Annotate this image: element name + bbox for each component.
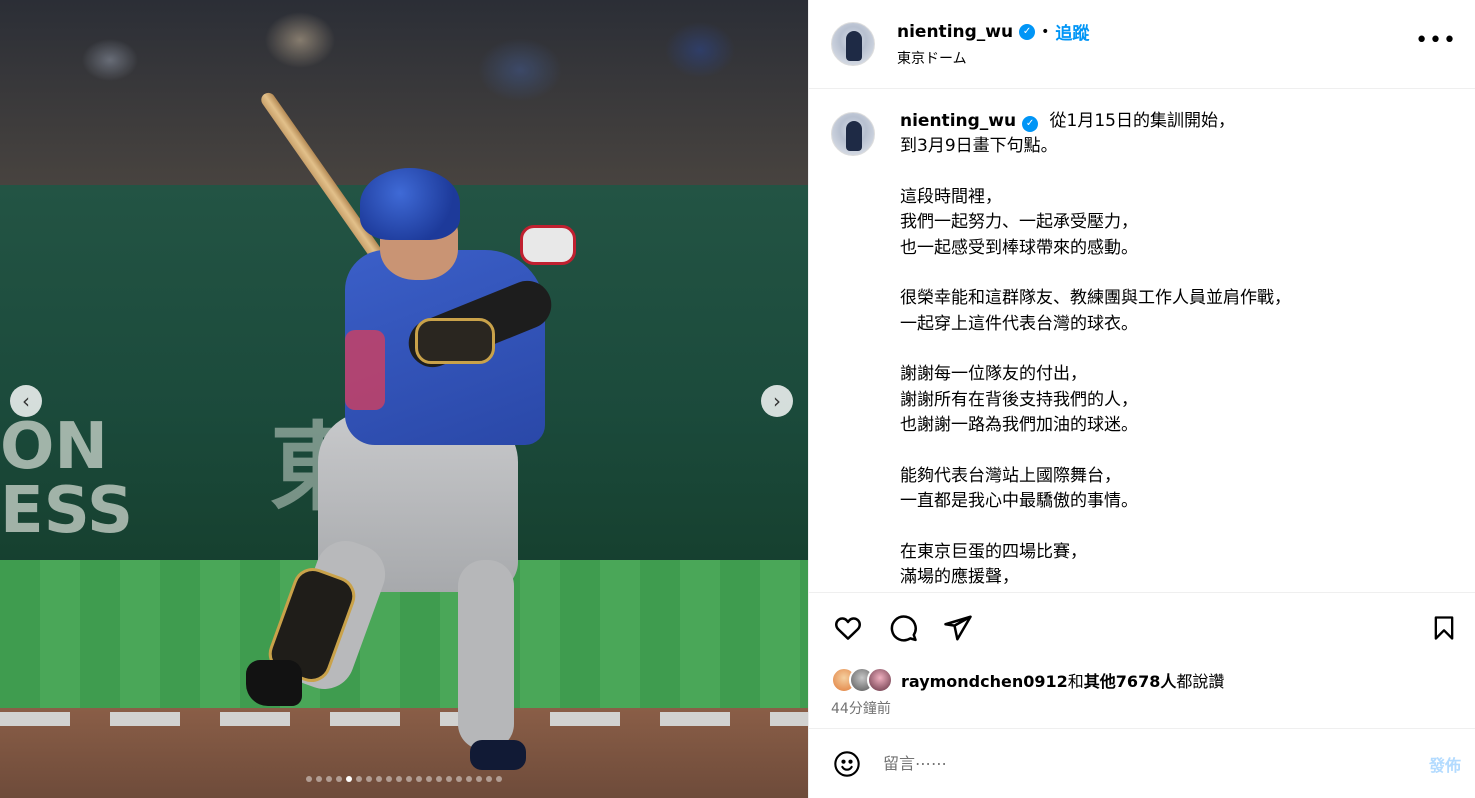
batting-helmet (360, 168, 460, 240)
caption-line: 到3月9日畫下句點。 (900, 136, 1058, 157)
carousel-dot (436, 776, 442, 782)
bookmark-icon (1434, 616, 1454, 640)
batter-left-shoe (246, 660, 302, 706)
carousel-indicator (0, 776, 808, 784)
author-row: nienting_wu ✓ • 追蹤 (897, 19, 1089, 45)
comment-composer: 發佈 (809, 728, 1475, 798)
batter-right-leg (458, 560, 514, 750)
caption-username[interactable]: nienting_wu (900, 111, 1016, 131)
carousel-dot (396, 776, 402, 782)
caption-line: 滿場的應援聲， (900, 567, 1019, 588)
action-bar (809, 592, 1475, 662)
elbow-guard (415, 318, 495, 364)
carousel-dot (356, 776, 362, 782)
carousel-dot (416, 776, 422, 782)
post-sidebar: nienting_wu ✓ • 追蹤 東京ドーム ••• nienting_wu… (808, 0, 1475, 798)
caption-text: nienting_wu ✓ 從1月15日的集訓開始， 到3月9日畫下句點。 這段時間裡… (900, 109, 1291, 592)
carousel-dot (346, 776, 352, 782)
batting-gloves (520, 225, 576, 265)
caption-line: 在東京巨蛋的四場比賽， (900, 541, 1087, 562)
jersey-trim (345, 330, 385, 410)
caption-line: 也謝謝一路為我們加油的球迷。 (900, 415, 1138, 436)
caption-line: 謝謝所有在背後支持我們的人， (900, 389, 1138, 410)
separator-dot: • (1041, 23, 1050, 40)
post-timestamp[interactable]: 44分鐘前 (809, 698, 1475, 728)
carousel-dot (316, 776, 322, 782)
carousel-next-button[interactable]: › (761, 385, 793, 417)
instagram-post: ONESS 東 ‹ › nienting_wu (0, 0, 1475, 798)
carousel-dot (326, 776, 332, 782)
carousel-dot (466, 776, 472, 782)
author-info: nienting_wu ✓ • 追蹤 東京ドーム (897, 19, 1089, 68)
share-button[interactable] (941, 611, 975, 645)
batter-right-shoe (470, 740, 526, 770)
carousel-dot (476, 776, 482, 782)
chevron-right-icon: › (773, 389, 781, 413)
verified-badge-icon: ✓ (1019, 23, 1036, 40)
comment-button[interactable] (886, 611, 920, 645)
caption-line: 從1月15日的集訓開始， (1049, 110, 1235, 131)
heart-icon (835, 616, 861, 640)
caption-line: 很榮幸能和這群隊友、教練團與工作人員並肩作戰， (900, 288, 1291, 309)
carousel-dot (456, 776, 462, 782)
caption-line: 也一起感受到棒球帶來的感動。 (900, 237, 1138, 258)
caption-author-avatar[interactable] (831, 111, 875, 156)
carousel-dot (306, 776, 312, 782)
author-avatar[interactable] (831, 21, 875, 66)
like-button[interactable] (831, 611, 865, 645)
liker-username[interactable]: raymondchen0912 (901, 672, 1068, 691)
more-options-button[interactable]: ••• (1415, 30, 1457, 52)
post-comment-button[interactable]: 發佈 (1429, 752, 1461, 776)
comment-input[interactable] (883, 754, 1429, 774)
emoji-button[interactable] (831, 748, 863, 780)
carousel-dot (386, 776, 392, 782)
verified-badge-icon: ✓ (1022, 115, 1039, 132)
author-username[interactable]: nienting_wu (897, 22, 1013, 42)
liker-avatars[interactable] (831, 667, 893, 694)
carousel-dot (336, 776, 342, 782)
chalk-line (0, 712, 808, 726)
post-location[interactable]: 東京ドーム (897, 48, 1089, 68)
post-media[interactable]: ONESS 東 ‹ › (0, 0, 808, 798)
comment-icon (890, 615, 917, 642)
carousel-dot (426, 776, 432, 782)
likes-suffix: 都說讚 (1176, 672, 1225, 692)
liker-avatar (867, 667, 893, 694)
carousel-prev-button[interactable]: ‹ (10, 385, 42, 417)
save-button[interactable] (1427, 611, 1461, 645)
caption-line: 謝謝每一位隊友的付出， (900, 364, 1087, 385)
carousel-dot (376, 776, 382, 782)
caption-line: 能夠代表台灣站上國際舞台， (900, 465, 1121, 486)
caption-line: 我們一起努力、一起承受壓力， (900, 212, 1138, 233)
carousel-dot (406, 776, 412, 782)
follow-button[interactable]: 追蹤 (1055, 19, 1089, 44)
share-icon (944, 615, 972, 641)
post-header: nienting_wu ✓ • 追蹤 東京ドーム ••• (809, 0, 1475, 89)
wall-signage: ON ESS (0, 410, 134, 548)
carousel-dot (496, 776, 502, 782)
likes-summary: raymondchen0912和其他7678人都說讚 (809, 662, 1475, 698)
caption-line: 一起穿上這件代表台灣的球衣。 (900, 313, 1138, 334)
carousel-dot (366, 776, 372, 782)
carousel-dot (446, 776, 452, 782)
caption-line: 這段時間裡， (900, 186, 1002, 207)
caption-line: 一直都是我心中最驕傲的事情。 (900, 491, 1138, 512)
chevron-left-icon: ‹ (22, 389, 30, 413)
carousel-dot (486, 776, 492, 782)
caption-section: nienting_wu ✓ 從1月15日的集訓開始， 到3月9日畫下句點。 這段時間裡… (809, 89, 1475, 592)
likes-conjunction: 和 (1067, 672, 1084, 692)
likes-count-link[interactable]: 其他7678人 (1084, 672, 1177, 691)
emoji-icon (834, 750, 860, 777)
